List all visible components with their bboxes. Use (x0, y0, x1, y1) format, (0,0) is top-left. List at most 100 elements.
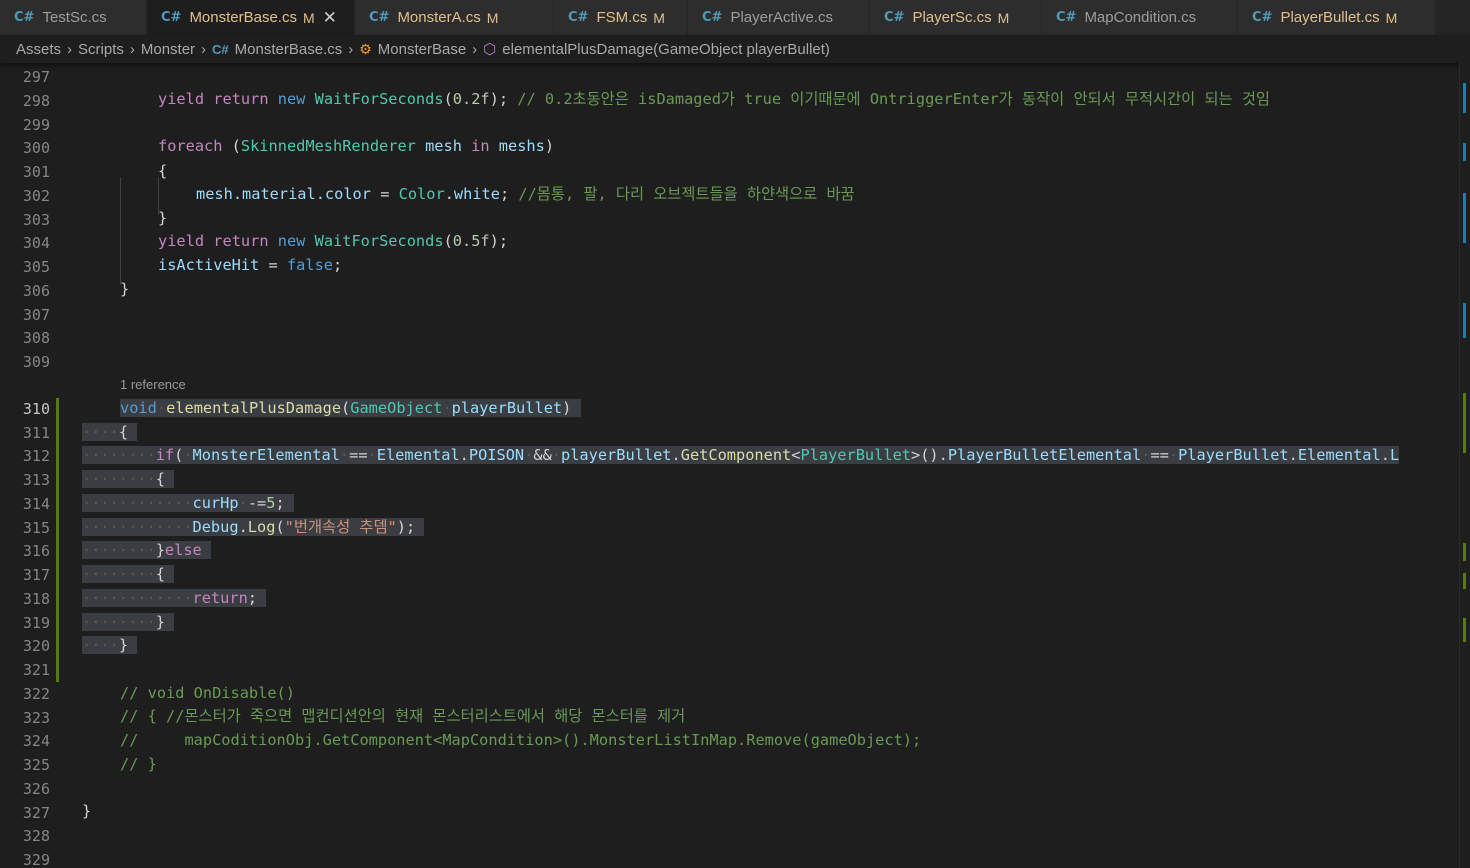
method-cube-icon: ⬡ (483, 41, 497, 58)
token: mesh (425, 137, 462, 155)
code-line-316: ········}else (82, 539, 211, 561)
csharp-file-icon: C# (212, 41, 229, 57)
token: return (213, 90, 269, 108)
tab-mapcondition[interactable]: C# MapCondition.cs (1042, 0, 1238, 35)
tab-fsm[interactable]: C# FSM.cs M (554, 0, 688, 35)
line-number: 323 (22, 709, 50, 727)
code-line-306: } (120, 280, 130, 298)
token: else (164, 541, 202, 559)
code-line-327: } (82, 802, 92, 820)
token: return (192, 589, 248, 607)
code-line-298: yield return new WaitForSeconds(0.2f); /… (158, 90, 1270, 108)
line-number: 322 (22, 685, 50, 703)
breadcrumb-file[interactable]: MonsterBase.cs (235, 41, 343, 58)
tab-monstera[interactable]: C# MonsterA.cs M (355, 0, 554, 35)
csharp-file-icon: C# (1252, 10, 1273, 25)
csharp-file-icon: C# (884, 10, 905, 25)
tab-label: TestSc.cs (42, 9, 107, 26)
token: PlayerBullet (800, 446, 911, 464)
token: // 0.2초동안은 isDamaged가 true 이기때문에 Ontrigg… (517, 90, 1270, 108)
code-line-323: // { //몬스터가 죽으면 맵컨디션안의 현재 몬스터리스트에서 해당 몬스… (120, 705, 685, 727)
token: WaitForSeconds (314, 90, 444, 108)
breadcrumb-scripts[interactable]: Scripts (78, 41, 124, 58)
line-number: 329 (22, 851, 50, 868)
line-number: 324 (22, 732, 50, 750)
line-number: 307 (22, 306, 50, 324)
code-editor[interactable]: 297 298 299 300 301 302 303 304 305 306 307 308 309 3… (0, 63, 1460, 868)
line-number: 309 (22, 353, 50, 371)
breadcrumb-assets[interactable]: Assets (16, 41, 61, 58)
line-number: 314 (22, 495, 50, 513)
line-number: 301 (22, 163, 50, 181)
tab-playerbullet[interactable]: C# PlayerBullet.cs M (1238, 0, 1436, 35)
breadcrumb-method[interactable]: elementalPlusDamage(GameObject playerBul… (502, 41, 830, 58)
tab-label: PlayerSc.cs (912, 9, 992, 26)
line-number: 325 (22, 756, 50, 774)
token: POISON (468, 446, 525, 464)
tab-monsterbase[interactable]: C# MonsterBase.cs M ✕ (147, 0, 355, 35)
csharp-file-icon: C# (369, 10, 390, 25)
breadcrumb-monster[interactable]: Monster (141, 41, 195, 58)
line-number: 328 (22, 827, 50, 845)
token: false (286, 256, 334, 274)
token: GetComponent (680, 446, 792, 464)
token: elementalPlusDamage (166, 399, 342, 417)
code-line-322: // void OnDisable() (120, 682, 295, 704)
ruler-mark (1463, 83, 1466, 113)
code-line-303: } (158, 209, 168, 227)
csharp-file-icon: C# (1056, 10, 1077, 25)
token: meshs (498, 137, 545, 155)
line-number: 326 (22, 780, 50, 798)
line-number: 302 (22, 187, 50, 205)
code-line-325: // } (120, 753, 157, 775)
code-line-312: ········if(·MonsterElemental·==·Elementa… (82, 446, 1400, 464)
token: // mapCoditionObj.GetComponent<MapCondit… (120, 731, 922, 749)
editor-tab-bar: C# TestSc.cs C# MonsterBase.cs M ✕ C# Mo… (0, 0, 1470, 35)
token: // { //몬스터가 죽으면 맵컨디션안의 현재 몬스터리스트에서 해당 몬스… (120, 707, 686, 725)
line-number: 319 (22, 614, 50, 632)
token: L (1389, 446, 1400, 464)
line-number: 327 (22, 804, 50, 822)
token: if (155, 446, 175, 464)
tab-playersc[interactable]: C# PlayerSc.cs M (870, 0, 1042, 35)
token: return (213, 232, 269, 250)
code-line-317: ········{ (82, 565, 175, 583)
token: MonsterElemental (192, 446, 340, 464)
line-number: 321 (22, 661, 50, 679)
code-line-302: mesh.material.color = Color.white; //몸통,… (196, 185, 855, 203)
modified-badge: M (1385, 9, 1398, 26)
token: Log (247, 518, 276, 536)
breadcrumb-class[interactable]: MonsterBase (378, 41, 466, 58)
tab-playeractive[interactable]: C# PlayerActive.cs (688, 0, 870, 35)
token: isActiveHit (158, 256, 260, 274)
line-number: 299 (22, 116, 50, 134)
tab-testsc[interactable]: C# TestSc.cs (0, 0, 147, 35)
line-number: 304 (22, 234, 50, 252)
code-line-315: ············Debug.Log("번개속성 추뎀"); (82, 518, 425, 536)
line-number: 315 (22, 519, 50, 537)
tab-label: FSM.cs (596, 9, 648, 26)
line-number: 305 (22, 258, 50, 276)
line-number: 303 (22, 211, 50, 229)
close-icon[interactable]: ✕ (323, 8, 337, 28)
overview-ruler-scrollbar[interactable] (1459, 63, 1470, 868)
token: curHp (192, 494, 239, 512)
tab-label: MonsterA.cs (397, 9, 481, 26)
token: yield (158, 232, 205, 250)
line-number: 308 (22, 329, 50, 347)
token: PlayerBulletElemental (947, 446, 1142, 464)
line-number: 311 (22, 424, 50, 442)
line-number: 312 (22, 447, 50, 465)
ruler-mark (1463, 193, 1466, 243)
chevron-right-icon: › (129, 40, 135, 58)
line-number: 318 (22, 590, 50, 608)
breadcrumb: Assets › Scripts › Monster › C# MonsterB… (0, 35, 1470, 63)
code-area[interactable]: yield return new WaitForSeconds(0.2f); /… (82, 63, 1460, 868)
token: white (453, 185, 500, 203)
token: // void OnDisable() (120, 684, 295, 702)
token: Color (398, 185, 445, 203)
code-line-324: // mapCoditionObj.GetComponent<MapCondit… (120, 729, 921, 751)
token: 0.2f (452, 90, 490, 108)
token: Elemental (1297, 446, 1381, 464)
line-number: 320 (22, 637, 50, 655)
